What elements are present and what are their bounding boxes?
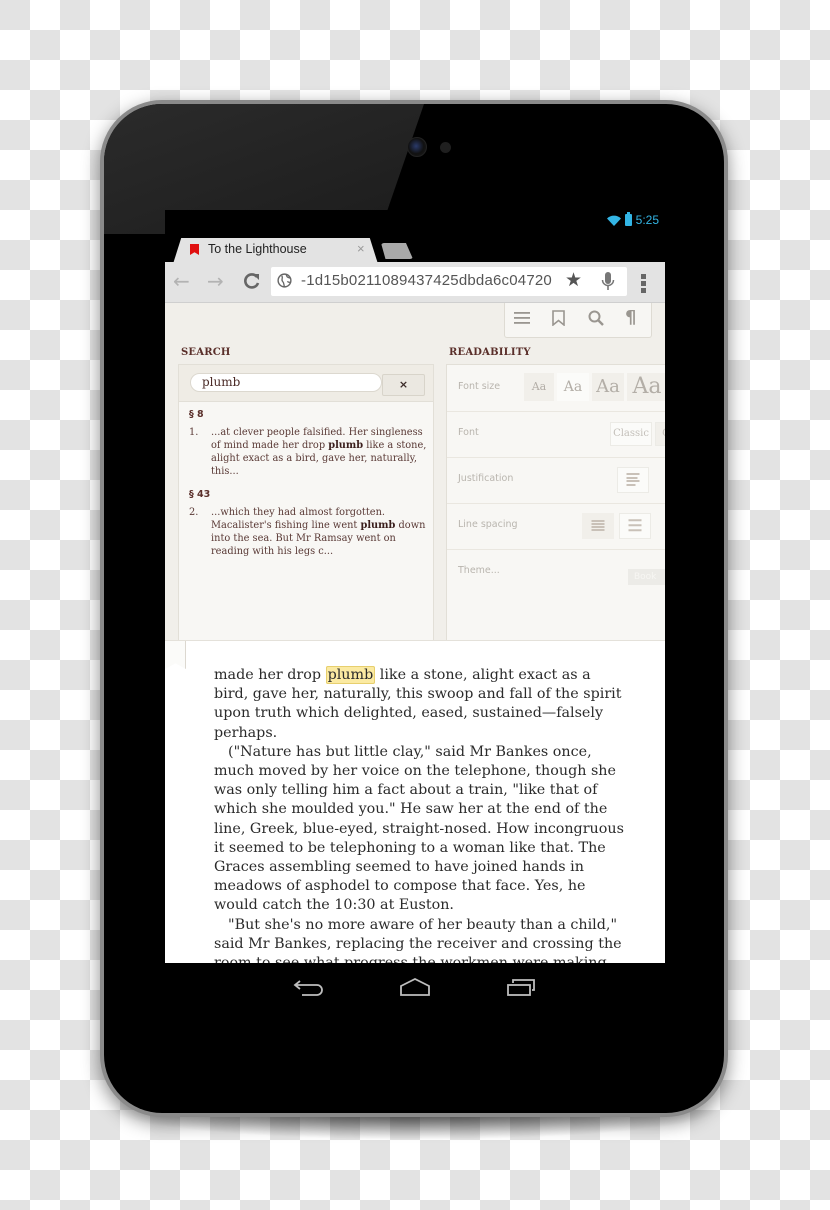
search-result[interactable]: 2. ...which they had almost forgotten. M… bbox=[189, 506, 429, 558]
device-screen: 5:25 To the Lighthouse × ← → -1d15b02110… bbox=[165, 210, 665, 963]
tight-lines-icon bbox=[591, 520, 605, 532]
new-tab-button[interactable] bbox=[381, 243, 413, 259]
search-icon[interactable] bbox=[588, 310, 604, 326]
font-classic-button[interactable]: Classic bbox=[610, 422, 652, 446]
back-button[interactable]: ← bbox=[173, 270, 190, 292]
contents-icon[interactable] bbox=[514, 311, 530, 325]
forward-button[interactable]: → bbox=[207, 270, 224, 292]
search-result[interactable]: 1. ...at clever people falsified. Her si… bbox=[189, 426, 429, 478]
front-camera-icon bbox=[407, 137, 427, 157]
font-size-m-button[interactable]: Aa bbox=[592, 373, 624, 401]
book-content: made her drop plumb like a stone, alight… bbox=[165, 640, 665, 963]
result-snippet: ...at clever people falsified. Her singl… bbox=[211, 426, 429, 478]
font-row: Font Classic C bbox=[447, 411, 665, 458]
bookmark-favicon-icon bbox=[190, 244, 199, 255]
browser-tab[interactable]: To the Lighthouse × bbox=[173, 238, 378, 264]
font-size-s-button[interactable]: Aa bbox=[557, 373, 589, 401]
light-sensor-icon bbox=[440, 142, 451, 153]
search-input[interactable]: plumb bbox=[190, 373, 382, 392]
result-section-heading: § 43 bbox=[189, 489, 211, 500]
reload-icon bbox=[244, 273, 260, 289]
readability-panel: Font size Aa Aa Aa Aa Font Classic C Jus… bbox=[446, 364, 665, 656]
search-results: § 8 1. ...at clever people falsified. He… bbox=[189, 409, 429, 569]
search-highlight[interactable]: plumb bbox=[325, 666, 376, 684]
line-spacing-tight-button[interactable] bbox=[582, 513, 614, 539]
result-section-heading: § 8 bbox=[189, 409, 204, 420]
book-text: made her drop plumb like a stone, alight… bbox=[214, 666, 624, 963]
justification-label: Justification bbox=[458, 473, 514, 484]
result-snippet: ...which they had almost forgotten. Maca… bbox=[211, 506, 429, 558]
readability-heading: READABILITY bbox=[449, 347, 531, 358]
font-size-l-button[interactable]: Aa bbox=[627, 373, 665, 401]
align-left-icon bbox=[626, 473, 640, 487]
snippet-match: plumb bbox=[328, 440, 364, 451]
snippet-match: plumb bbox=[360, 520, 396, 531]
justify-left-button[interactable] bbox=[617, 467, 649, 493]
page-bookmark-tab[interactable] bbox=[165, 641, 186, 669]
battery-icon bbox=[624, 212, 632, 226]
system-navigation-bar bbox=[165, 963, 665, 1011]
overflow-menu-button[interactable] bbox=[641, 274, 646, 295]
line-spacing-label: Line spacing bbox=[458, 519, 518, 530]
tab-close-button[interactable]: × bbox=[357, 241, 365, 256]
font-size-label: Font size bbox=[458, 381, 501, 392]
book-paragraph: made her drop plumb like a stone, alight… bbox=[214, 666, 624, 743]
search-heading: SEARCH bbox=[181, 347, 231, 358]
bookmark-icon[interactable] bbox=[552, 310, 565, 326]
justification-row: Justification bbox=[447, 457, 665, 504]
search-panel: plumb × § 8 1. ...at clever people falsi… bbox=[178, 364, 434, 656]
bookmark-star-icon[interactable]: ★ bbox=[565, 269, 582, 291]
theme-label: Theme... bbox=[458, 565, 500, 576]
address-bar[interactable]: -1d15b0211089437425dbda6c04720 ★ bbox=[271, 267, 627, 296]
status-bar: 5:25 bbox=[165, 210, 665, 232]
clear-search-button[interactable]: × bbox=[382, 374, 425, 396]
reader-page: ¶ SEARCH READABILITY plumb × § 8 1. ...a… bbox=[165, 303, 665, 963]
book-paragraph: "But she's no more aware of her beauty t… bbox=[214, 916, 622, 963]
snippet-before: ...which they had almost forgotten. Maca… bbox=[211, 507, 386, 531]
home-button[interactable] bbox=[399, 977, 431, 997]
theme-row: Theme... Book bbox=[447, 549, 665, 595]
text-run: made her drop bbox=[214, 667, 326, 683]
microphone-icon[interactable] bbox=[601, 272, 615, 292]
line-spacing-normal-button[interactable] bbox=[619, 513, 651, 539]
reload-button[interactable] bbox=[243, 270, 261, 295]
font-size-xs-button[interactable]: Aa bbox=[524, 373, 554, 401]
browser-tab-strip: To the Lighthouse × bbox=[165, 238, 665, 264]
globe-icon bbox=[277, 273, 292, 288]
font-label: Font bbox=[458, 427, 479, 438]
url-text[interactable]: -1d15b0211089437425dbda6c04720 bbox=[301, 272, 552, 289]
paragraph-icon[interactable]: ¶ bbox=[625, 307, 636, 328]
recent-apps-button[interactable] bbox=[506, 977, 536, 997]
wifi-icon bbox=[606, 215, 621, 226]
theme-book-button[interactable]: Book bbox=[628, 569, 665, 585]
result-number: 2. bbox=[189, 507, 199, 518]
search-form: plumb × bbox=[179, 365, 433, 402]
back-button[interactable] bbox=[293, 977, 323, 997]
browser-toolbar: ← → -1d15b0211089437425dbda6c04720 ★ bbox=[165, 262, 665, 303]
tab-title: To the Lighthouse bbox=[208, 242, 307, 256]
book-paragraph: ("Nature has but little clay," said Mr B… bbox=[214, 743, 624, 914]
normal-lines-icon bbox=[628, 519, 642, 533]
result-number: 1. bbox=[189, 427, 199, 438]
reader-toolbar: ¶ bbox=[504, 303, 652, 338]
font-other-button[interactable]: C bbox=[655, 422, 665, 446]
line-spacing-row: Line spacing bbox=[447, 503, 665, 550]
status-time: 5:25 bbox=[635, 213, 659, 227]
font-size-row: Font size Aa Aa Aa Aa bbox=[447, 365, 665, 412]
